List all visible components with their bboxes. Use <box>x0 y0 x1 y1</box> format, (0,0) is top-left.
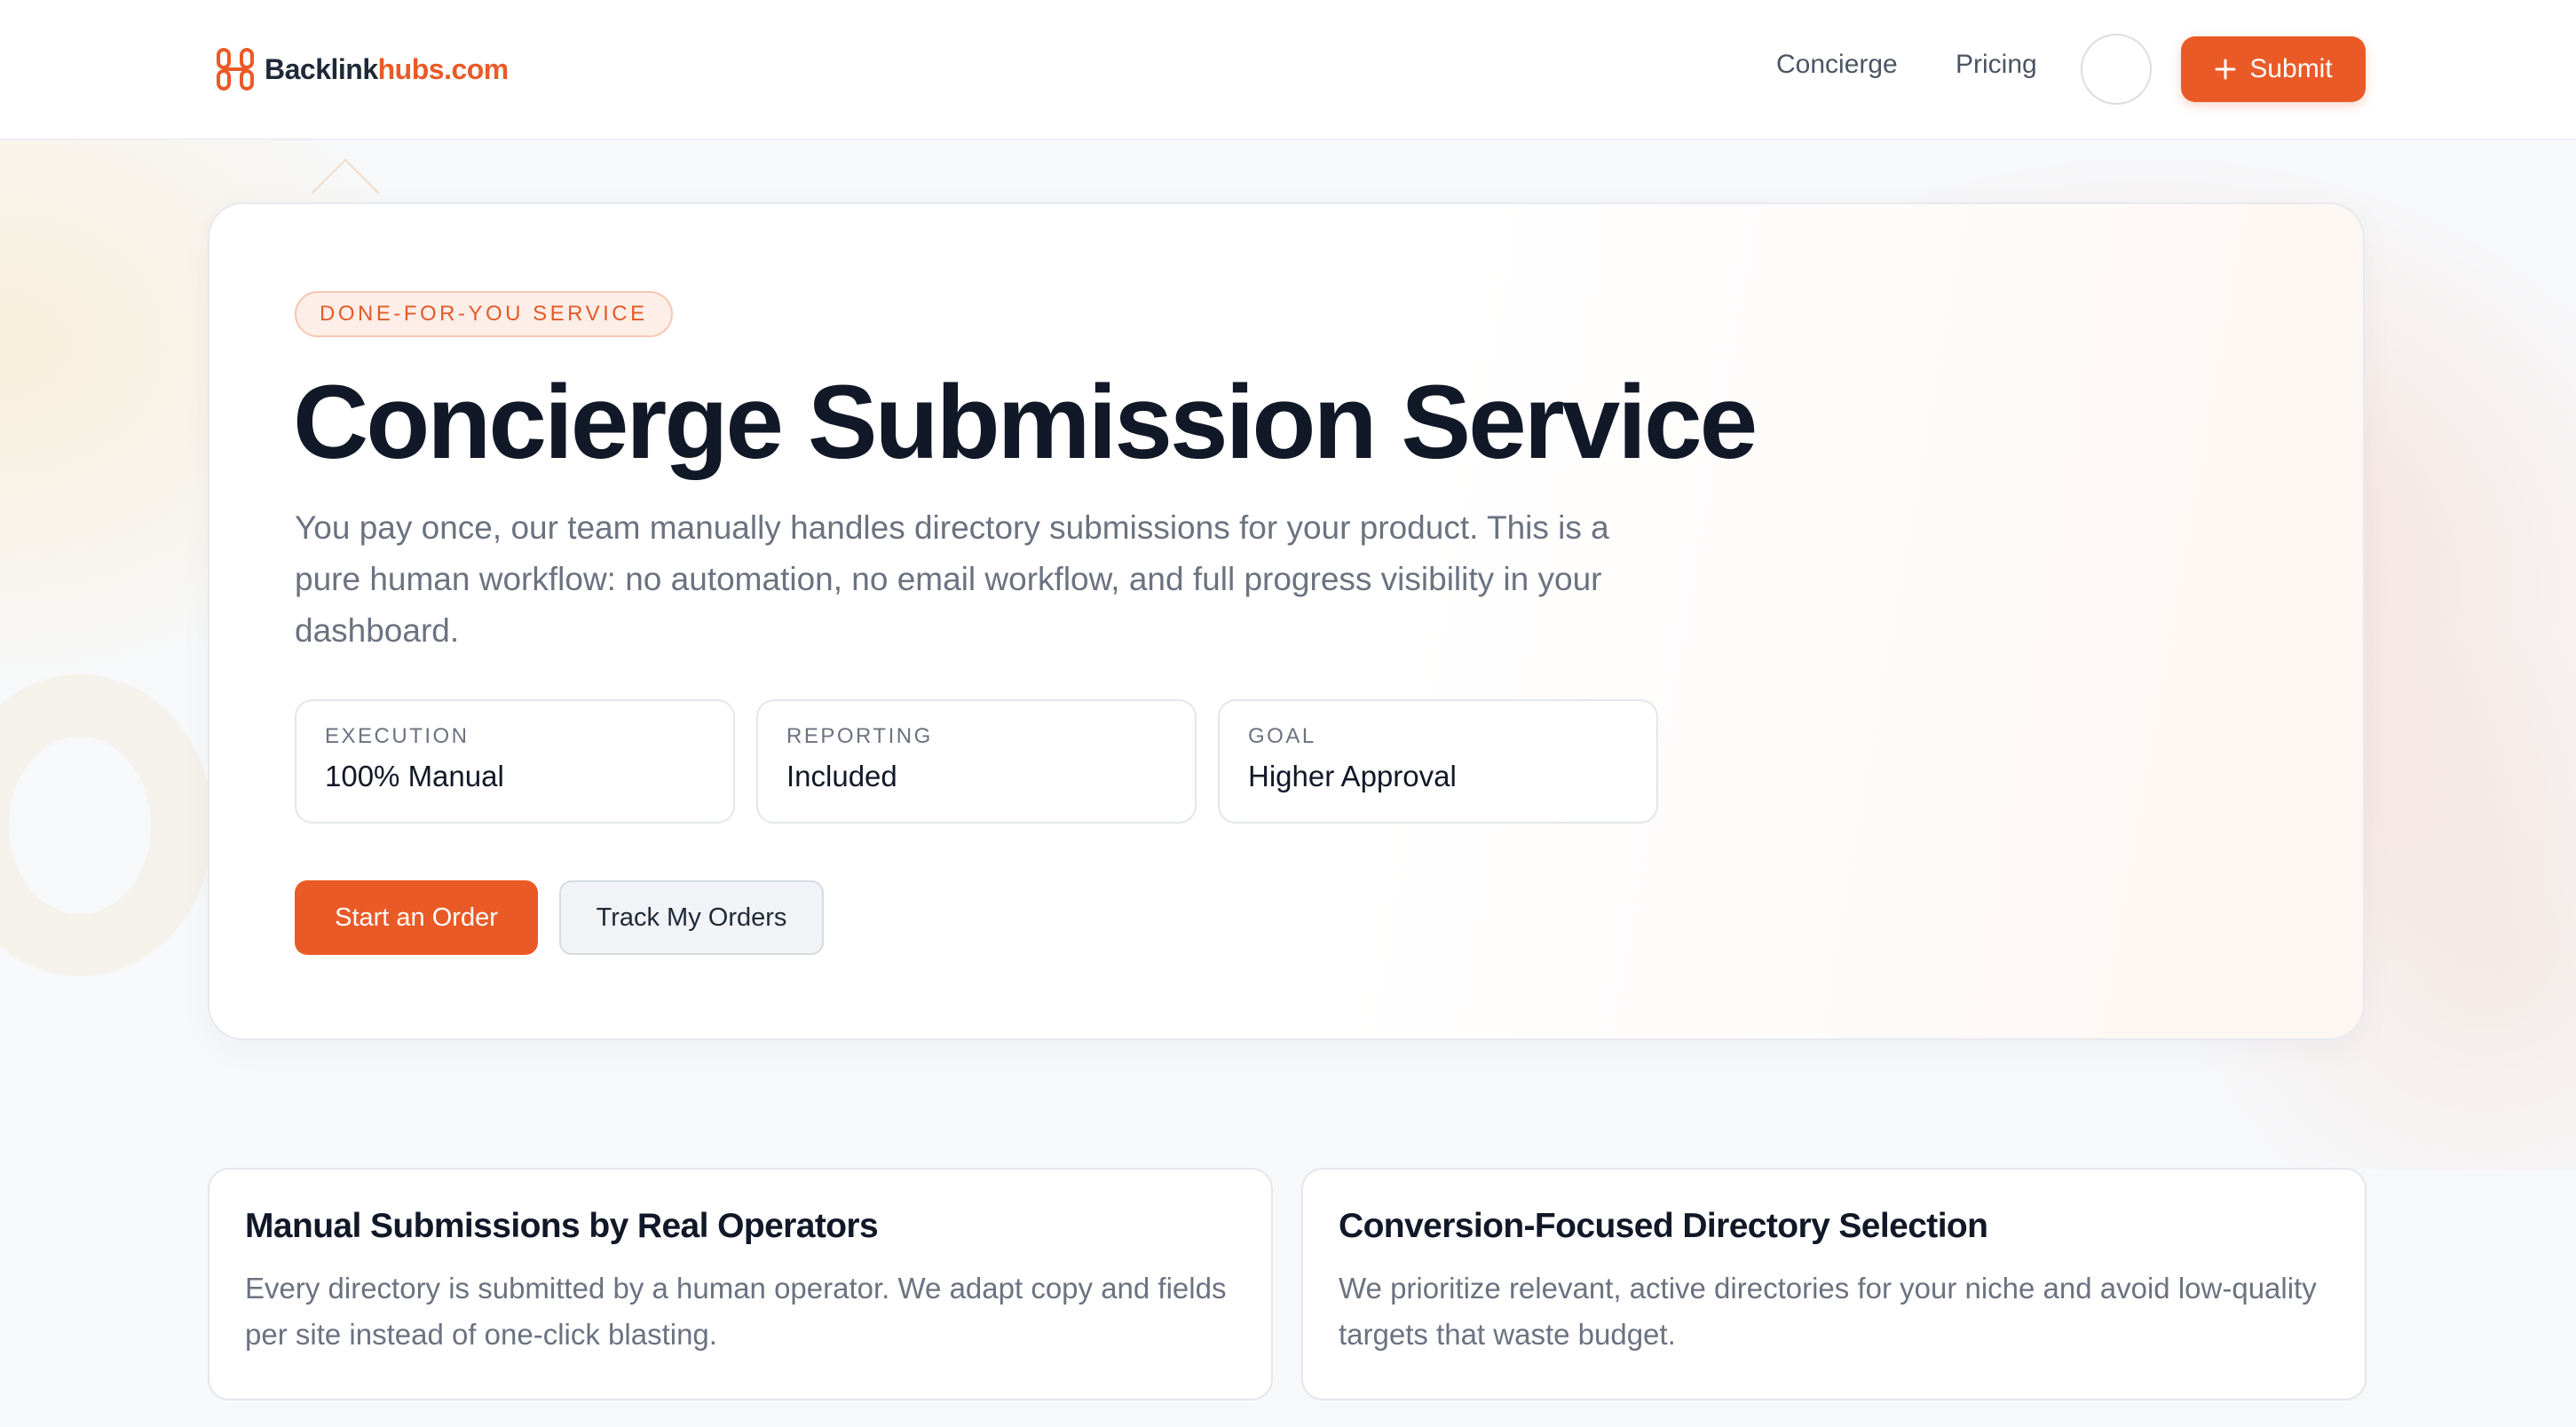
feature-description: We prioritize relevant, active directori… <box>1339 1272 2317 1351</box>
logo-text: Backlinkhubs.com <box>265 53 509 86</box>
stat-value: Included <box>786 760 897 792</box>
stat-card-execution: EXECUTION 100% Manual <box>295 699 735 824</box>
hero-card: DONE-FOR-YOU SERVICE Concierge Submissio… <box>208 202 2365 1040</box>
logo[interactable]: Backlinkhubs.com <box>215 44 509 94</box>
feature-title: Manual Submissions by Real Operators <box>245 1207 879 1245</box>
stat-label: EXECUTION <box>325 724 470 748</box>
logo-text-primary: Backlink <box>265 52 378 85</box>
hero-description: You pay once, our team manually handles … <box>295 509 1609 649</box>
feature-card-directory-selection: Conversion-Focused Directory Selection W… <box>1301 1168 2367 1400</box>
submit-button-label: Submit <box>2249 54 2333 83</box>
stat-label: GOAL <box>1248 724 1316 748</box>
track-orders-button[interactable]: Track My Orders <box>559 880 824 955</box>
user-avatar[interactable] <box>2081 34 2152 105</box>
stat-label: REPORTING <box>786 724 933 748</box>
logo-text-accent: hubs.com <box>377 52 510 85</box>
start-order-button[interactable]: Start an Order <box>295 880 538 955</box>
chain-link-icon <box>217 48 254 91</box>
plus-icon <box>2215 59 2236 80</box>
site-header: Backlinkhubs.com Concierge Pricing Submi… <box>0 0 2576 140</box>
feature-title: Conversion-Focused Directory Selection <box>1339 1207 1988 1245</box>
submit-button[interactable]: Submit <box>2181 36 2366 102</box>
service-badge: DONE-FOR-YOU SERVICE <box>295 291 673 337</box>
page-title: Concierge Submission Service <box>293 364 1758 481</box>
stat-card-reporting: REPORTING Included <box>756 699 1197 824</box>
nav-link-concierge[interactable]: Concierge <box>1776 50 1898 80</box>
stat-value: 100% Manual <box>325 760 504 792</box>
feature-description: Every directory is submitted by a human … <box>245 1272 1227 1351</box>
stat-card-goal: GOAL Higher Approval <box>1218 699 1658 824</box>
background-ring <box>0 674 213 976</box>
nav-link-pricing[interactable]: Pricing <box>1956 50 2037 80</box>
feature-card-manual-submissions: Manual Submissions by Real Operators Eve… <box>208 1168 1273 1400</box>
stat-value: Higher Approval <box>1248 760 1457 792</box>
